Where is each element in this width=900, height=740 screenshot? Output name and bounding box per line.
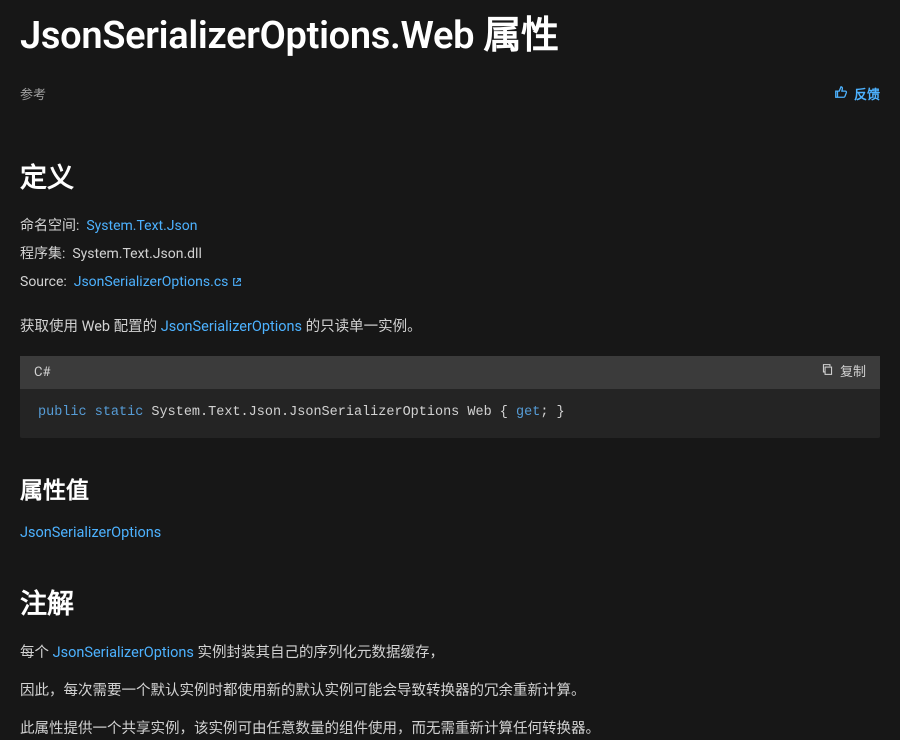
remarks-p1-link[interactable]: JsonSerializerOptions bbox=[53, 644, 194, 661]
feedback-label: 反馈 bbox=[854, 86, 880, 106]
keyword-get: get bbox=[516, 405, 540, 420]
code-type-name: System.Text.Json.JsonSerializerOptions W… bbox=[143, 405, 516, 420]
remarks-p1: 每个 JsonSerializerOptions 实例封装其自己的序列化元数据缓… bbox=[20, 642, 880, 664]
summary-link[interactable]: JsonSerializerOptions bbox=[161, 318, 302, 335]
code-body: public static System.Text.Json.JsonSeria… bbox=[20, 389, 880, 437]
remarks-heading: 注解 bbox=[20, 584, 880, 625]
assembly-value: System.Text.Json.dll bbox=[72, 246, 202, 262]
remarks-p2: 因此，每次需要一个默认实例时都使用新的默认实例可能会导致转换器的冗余重新计算。 bbox=[20, 680, 880, 702]
code-header: C# 复制 bbox=[20, 356, 880, 390]
propvalue-heading: 属性值 bbox=[20, 474, 880, 509]
code-block: C# 复制 public static System.Text.Json.Jso… bbox=[20, 356, 880, 438]
code-tail: ; } bbox=[540, 405, 564, 420]
remarks-p3: 此属性提供一个共享实例，该实例可由任意数量的组件使用，而无需重新计算任何转换器。 bbox=[20, 718, 880, 740]
keyword-static: static bbox=[95, 405, 144, 420]
source-key: Source: bbox=[20, 274, 67, 290]
keyword-public: public bbox=[38, 405, 87, 420]
assembly-row: 程序集: System.Text.Json.dll bbox=[20, 244, 880, 265]
remarks-body: 每个 JsonSerializerOptions 实例封装其自己的序列化元数据缓… bbox=[20, 642, 880, 739]
definition-heading: 定义 bbox=[20, 158, 880, 199]
meta-row: 参考 反馈 bbox=[20, 85, 880, 106]
thumbs-up-icon bbox=[834, 85, 848, 106]
copy-button[interactable]: 复制 bbox=[821, 363, 866, 383]
namespace-link[interactable]: System.Text.Json bbox=[86, 218, 197, 234]
source-row: Source: JsonSerializerOptions.cs bbox=[20, 272, 880, 294]
propvalue-link[interactable]: JsonSerializerOptions bbox=[20, 522, 161, 544]
namespace-row: 命名空间: System.Text.Json bbox=[20, 216, 880, 237]
feedback-button[interactable]: 反馈 bbox=[834, 85, 880, 106]
copy-label: 复制 bbox=[840, 363, 866, 383]
external-link-icon bbox=[232, 273, 242, 294]
summary-text: 获取使用 Web 配置的 JsonSerializerOptions 的只读单一… bbox=[20, 316, 880, 338]
namespace-key: 命名空间: bbox=[20, 218, 79, 234]
source-link[interactable]: JsonSerializerOptions.cs bbox=[74, 274, 243, 290]
copy-icon bbox=[821, 363, 834, 383]
code-lang-label: C# bbox=[34, 363, 50, 383]
page-title: JsonSerializerOptions.Web 属性 bbox=[20, 8, 880, 65]
assembly-key: 程序集: bbox=[20, 246, 65, 262]
reference-label: 参考 bbox=[20, 86, 46, 106]
